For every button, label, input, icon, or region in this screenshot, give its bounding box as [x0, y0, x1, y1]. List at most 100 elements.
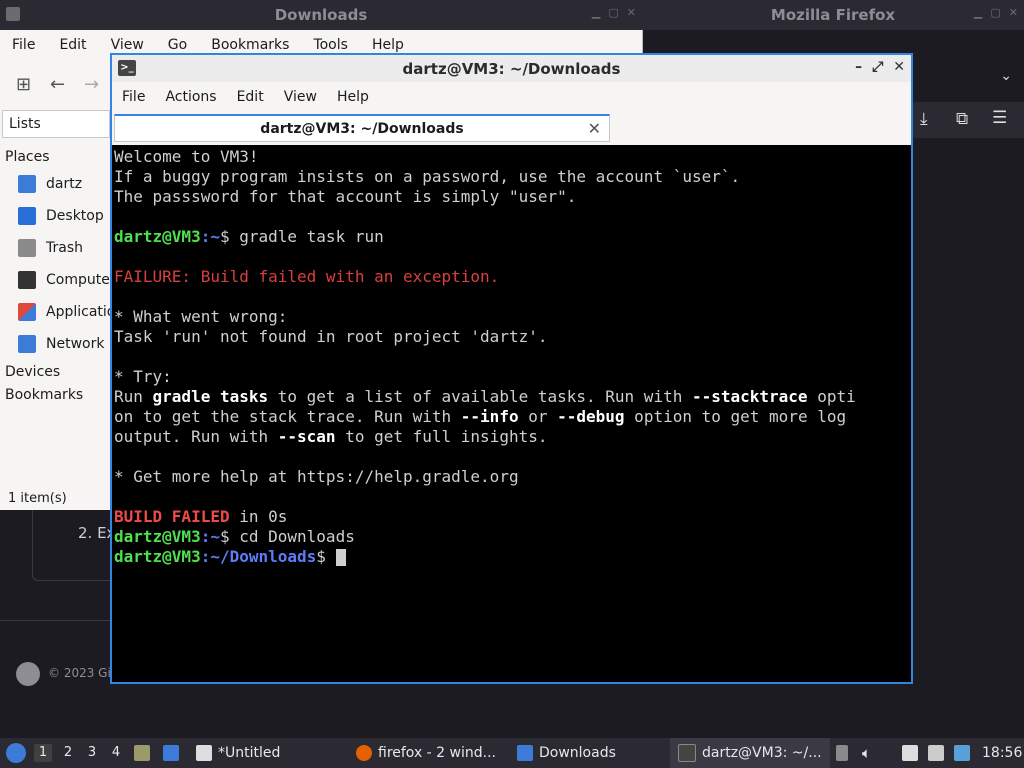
taskbar-item-downloads[interactable]: Downloads [517, 738, 616, 768]
close-icon[interactable]: ✕ [893, 59, 905, 75]
taskbar-item-terminal[interactable]: dartz@VM3: ~/... [670, 738, 830, 768]
chevron-down-icon[interactable]: ⌄ [1000, 68, 1012, 84]
sidebar-item-network[interactable]: Network [18, 335, 110, 353]
show-desktop-icon [163, 745, 179, 761]
back-icon[interactable]: ← [50, 74, 65, 95]
terminal-text: Run [114, 387, 153, 406]
terminal-line: * Try: [114, 367, 909, 387]
filemanager-title: Downloads [274, 6, 368, 24]
tray-notes[interactable] [902, 738, 918, 768]
filemanager-window-controls[interactable]: ▁ ▢ ✕ [592, 6, 636, 19]
terminal-tab[interactable]: dartz@VM3: ~/Downloads ✕ [114, 114, 610, 142]
folder-icon [517, 745, 533, 761]
github-icon[interactable] [16, 662, 40, 686]
status-bar-text: 1 item(s) [8, 491, 67, 506]
taskbar-item-label: Downloads [539, 745, 616, 761]
download-icon[interactable]: ⤓ [920, 109, 928, 129]
places-heading: Places [5, 149, 50, 165]
menu-view[interactable]: View [99, 37, 156, 53]
terminal-text: to get full insights. [335, 427, 548, 446]
terminal-line: dartz@VM3:~$ gradle task run [114, 227, 909, 247]
new-window-icon[interactable]: ⊞ [16, 74, 31, 95]
menu-tools[interactable]: Tools [301, 37, 360, 53]
network-icon [18, 335, 36, 353]
extensions-icon[interactable]: ⧉ [956, 109, 968, 129]
taskbar-item-firefox[interactable]: firefox - 2 wind... [356, 738, 496, 768]
menu-help[interactable]: Help [327, 89, 379, 105]
terminal-text: option to get more log [624, 407, 847, 426]
prompt-user: dartz@VM3 [114, 527, 201, 546]
taskbar-item-editor[interactable]: *Untitled [196, 738, 280, 768]
sidebar-item-computer[interactable]: Computer [18, 271, 110, 289]
workspace-1[interactable]: 1 [34, 744, 52, 762]
firefox-window-controls[interactable]: ▁ ▢ ✕ [974, 6, 1018, 19]
tray-updates[interactable] [954, 738, 970, 768]
minimize-icon[interactable]: ▁ [974, 6, 982, 19]
text-editor-icon [196, 745, 212, 761]
taskbar: 1 2 3 4 *Untitled firefox - 2 wind... Do… [0, 738, 1024, 768]
prompt-path: :~/Downloads [200, 547, 317, 566]
applications-icon [18, 303, 36, 321]
minimize-icon[interactable]: – [855, 59, 862, 75]
bookmarks-heading[interactable]: Bookmarks [5, 387, 83, 403]
terminal-line: If a buggy program insists on a password… [114, 167, 909, 187]
menu-file[interactable]: File [0, 37, 47, 53]
start-menu-icon[interactable] [6, 743, 26, 763]
maximize-icon[interactable]: ⤢ [872, 59, 883, 75]
launcher-desktop[interactable] [163, 738, 179, 768]
tray-volume[interactable]: 🔈︎ [862, 738, 871, 768]
menu-bookmarks[interactable]: Bookmarks [199, 37, 301, 53]
menu-help[interactable]: Help [360, 37, 416, 53]
forward-icon[interactable]: → [84, 74, 99, 95]
workspace-2[interactable]: 2 [59, 744, 77, 762]
update-icon [954, 745, 970, 761]
terminal-bold: --debug [557, 407, 625, 426]
menu-edit[interactable]: Edit [227, 89, 274, 105]
sidebar-item-desktop[interactable]: Desktop [18, 207, 110, 225]
terminal-text: * Get more help at https://help.gradle.o… [114, 467, 519, 486]
terminal-line: * Get more help at https://help.gradle.o… [114, 467, 909, 487]
workspace-4[interactable]: 4 [107, 744, 125, 762]
clock[interactable]: 18:56 [982, 738, 1022, 768]
menu-icon[interactable]: ☰ [992, 108, 1007, 128]
terminal-text: The passsword for that account is simply… [114, 187, 577, 206]
tray-clipboard[interactable] [836, 738, 848, 768]
maximize-icon[interactable]: ▢ [608, 6, 618, 19]
sidebar-item-label: Applications [46, 304, 110, 320]
terminal-window: >_ dartz@VM3: ~/Downloads – ⤢ ✕ File Act… [110, 53, 913, 684]
maximize-icon[interactable]: ▢ [990, 6, 1000, 19]
workspace-3[interactable]: 3 [83, 744, 101, 762]
tray-network[interactable] [928, 738, 944, 768]
minimize-icon[interactable]: ▁ [592, 6, 600, 19]
terminal-titlebar[interactable]: >_ dartz@VM3: ~/Downloads – ⤢ ✕ [112, 55, 911, 82]
notes-icon [902, 745, 918, 761]
close-icon[interactable]: ✕ [1009, 6, 1018, 19]
menu-edit[interactable]: Edit [47, 37, 98, 53]
sidebar-item-home[interactable]: dartz [18, 175, 110, 193]
menu-go[interactable]: Go [156, 37, 199, 53]
terminal-text: If a buggy program insists on a password… [114, 167, 741, 186]
terminal-line: BUILD FAILED in 0s [114, 507, 909, 527]
terminal-line: Welcome to VM3! [114, 147, 909, 167]
launcher-files[interactable] [134, 738, 150, 768]
devices-heading[interactable]: Devices [5, 364, 60, 380]
terminal-text: Welcome to VM3! [114, 147, 259, 166]
sidebar-item-trash[interactable]: Trash [18, 239, 110, 257]
network-icon [928, 745, 944, 761]
menu-actions[interactable]: Actions [155, 89, 226, 105]
terminal-bold: --stacktrace [691, 387, 808, 406]
terminal-title: dartz@VM3: ~/Downloads [402, 59, 621, 78]
text-cursor [335, 549, 346, 566]
prompt-user: dartz@VM3 [114, 547, 201, 566]
menu-file[interactable]: File [112, 89, 155, 105]
sidebar-item-applications[interactable]: Applications [18, 303, 110, 321]
terminal-output[interactable]: Welcome to VM3! If a buggy program insis… [114, 147, 909, 682]
menu-view[interactable]: View [274, 89, 327, 105]
close-tab-icon[interactable]: ✕ [588, 119, 601, 138]
terminal-line: Task 'run' not found in root project 'da… [114, 327, 909, 347]
location-mode-button[interactable]: Lists [2, 110, 110, 138]
close-icon[interactable]: ✕ [627, 6, 636, 19]
